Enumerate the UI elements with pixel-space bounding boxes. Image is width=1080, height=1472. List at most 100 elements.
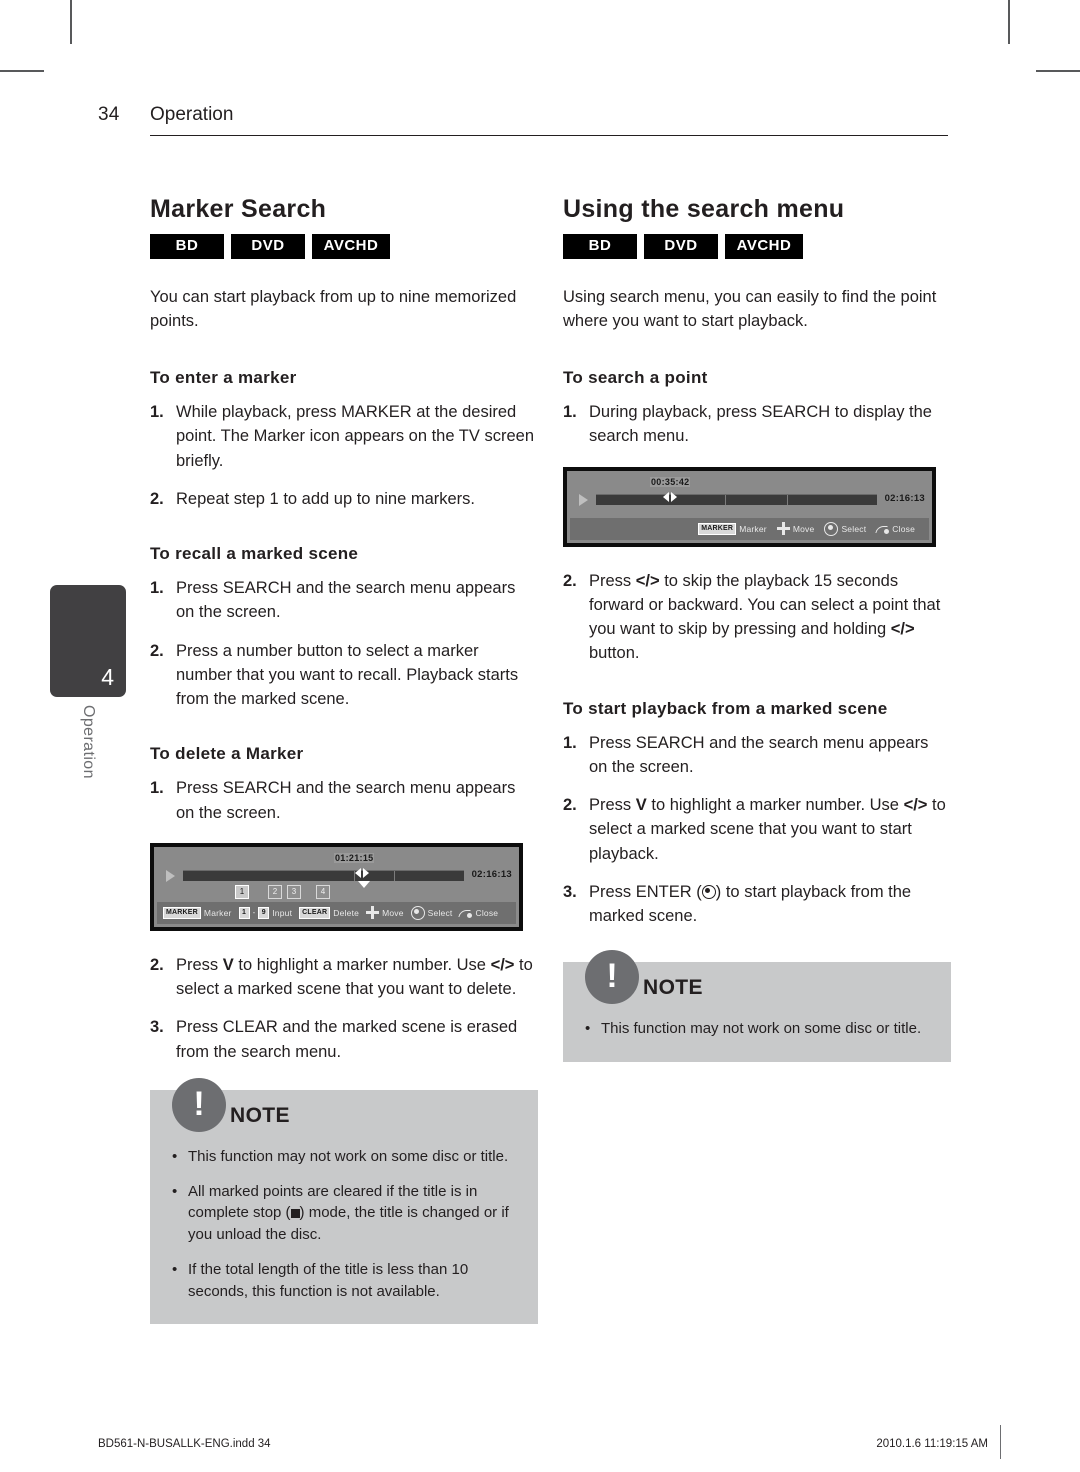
step-text: Press V to highlight a marker number. Us… bbox=[589, 796, 946, 863]
hint-input: 1 - 9 Input bbox=[238, 906, 293, 919]
down-caret-icon bbox=[358, 880, 370, 888]
list-item: 1. While playback, press MARKER at the d… bbox=[150, 400, 538, 473]
key-number-1: 1 bbox=[238, 906, 250, 919]
left-arrow-icon bbox=[355, 867, 361, 878]
osd-hint-bar: MARKER Marker Move Select Close bbox=[570, 517, 929, 540]
enter-icon bbox=[824, 521, 839, 536]
step-text: Press </> to skip the playback 15 second… bbox=[589, 571, 941, 663]
step-text: Press CLEAR and the marked scene is eras… bbox=[176, 1018, 518, 1061]
page-footer: BD561-N-BUSALLK-ENG.indd 34 2010.1.6 11:… bbox=[98, 1438, 988, 1450]
note-title: NOTE bbox=[230, 1103, 290, 1127]
step-number: 2. bbox=[150, 641, 164, 660]
intro-paragraph: You can start playback from up to nine m… bbox=[150, 287, 517, 330]
list-item: • All marked points are cleared if the t… bbox=[172, 1181, 516, 1246]
badge-bd: BD bbox=[563, 234, 637, 259]
osd-inner: 00:35:42 02:16:13 MARKER Marker Move Sel… bbox=[567, 470, 932, 543]
key-left-right: </> bbox=[635, 571, 660, 590]
step-number: 2. bbox=[563, 796, 577, 815]
key-marker: MARKER bbox=[698, 522, 737, 535]
osd-progress-area: 00:35:42 02:16:13 bbox=[570, 473, 929, 518]
hint-close: Close bbox=[876, 523, 915, 535]
step-number: 1. bbox=[150, 579, 164, 598]
note-text: All marked points are cleared if the tit… bbox=[188, 1182, 509, 1244]
crop-mark-top-right bbox=[1008, 0, 1010, 44]
left-arrow-icon bbox=[663, 491, 669, 502]
steps-enter-marker: 1. While playback, press MARKER at the d… bbox=[150, 400, 538, 511]
list-item: 1. During playback, press SEARCH to disp… bbox=[563, 400, 951, 449]
note-text: If the total length of the title is less… bbox=[188, 1260, 469, 1300]
list-item: 1. Press SEARCH and the search menu appe… bbox=[150, 576, 538, 625]
list-item: • This function may not work on some dis… bbox=[172, 1146, 516, 1168]
note-list: • This function may not work on some dis… bbox=[172, 1146, 516, 1303]
marker-chip: 2 bbox=[268, 884, 282, 899]
marker-chip: 1 bbox=[235, 884, 249, 899]
heading-to-delete-a-marker: To delete a Marker bbox=[150, 744, 304, 764]
list-item: 2. Press V to highlight a marker number.… bbox=[150, 953, 538, 1002]
list-item: 2. Press a number button to select a mar… bbox=[150, 639, 538, 712]
osd-hint-bar: MARKER Marker 1 - 9 Input CLEAR Delete M… bbox=[157, 901, 516, 924]
list-item: • If the total length of the title is le… bbox=[172, 1259, 516, 1303]
steps-recall-marked-scene: 1. Press SEARCH and the search menu appe… bbox=[150, 576, 538, 711]
note-list: • This function may not work on some dis… bbox=[585, 1018, 929, 1040]
chapter-tab: 4 bbox=[50, 585, 126, 697]
dpad-icon bbox=[366, 906, 380, 920]
hint-marker: MARKER Marker bbox=[698, 522, 767, 535]
marker-chip: 4 bbox=[316, 884, 330, 899]
step-number: 1. bbox=[563, 403, 577, 422]
hint-label: Select bbox=[427, 907, 453, 918]
steps-search-point-a: 1. During playback, press SEARCH to disp… bbox=[563, 400, 951, 449]
step-number: 1. bbox=[563, 733, 577, 752]
heading-to-enter-a-marker: To enter a marker bbox=[150, 368, 297, 388]
list-item: 1. Press SEARCH and the search menu appe… bbox=[150, 776, 538, 825]
hint-label: Marker bbox=[739, 523, 767, 534]
footer-timestamp: 2010.1.6 11:19:15 AM bbox=[876, 1438, 988, 1450]
page-number: 34 bbox=[98, 104, 120, 125]
heading-to-recall-a-marked-scene: To recall a marked scene bbox=[150, 544, 359, 564]
osd-progress-bar bbox=[183, 869, 464, 881]
enter-icon bbox=[701, 884, 716, 899]
note-text: This function may not work on some disc … bbox=[601, 1020, 922, 1038]
osd-cursor bbox=[663, 491, 677, 502]
hint-move: Move bbox=[776, 522, 815, 536]
hint-close: Close bbox=[459, 907, 498, 919]
hint-label: Input bbox=[272, 907, 293, 918]
osd-screenshot-marker-menu: 01:21:15 02:16:13 1 2 3 4 MARKER Marker … bbox=[150, 842, 523, 931]
list-item: 3. Press CLEAR and the marked scene is e… bbox=[150, 1015, 538, 1064]
hint-select: Select bbox=[410, 905, 453, 920]
osd-current-time: 00:35:42 bbox=[650, 476, 691, 487]
chapter-number: 4 bbox=[101, 664, 114, 690]
step-number: 2. bbox=[563, 571, 577, 590]
header-rule bbox=[150, 135, 948, 137]
bullet-icon: • bbox=[172, 1147, 178, 1165]
return-icon bbox=[876, 523, 890, 535]
step-number: 3. bbox=[150, 1018, 164, 1037]
step-text: Press ENTER () to start playback from th… bbox=[589, 882, 912, 926]
steps-delete-marker-b: 2. Press V to highlight a marker number.… bbox=[150, 953, 538, 1064]
section-heading-using-search-menu: Using the search menu bbox=[563, 195, 845, 223]
crop-mark-left-top bbox=[0, 70, 44, 72]
hint-move: Move bbox=[366, 906, 404, 920]
step-number: 2. bbox=[150, 489, 164, 508]
key-down: V bbox=[635, 796, 647, 815]
hint-label: Marker bbox=[203, 907, 232, 918]
marker-chip: 3 bbox=[287, 884, 301, 899]
crop-mark-right-top bbox=[1036, 70, 1080, 72]
list-item: 2. Repeat step 1 to add up to nine marke… bbox=[150, 487, 538, 511]
osd-total-time: 02:16:13 bbox=[884, 492, 925, 504]
hint-label: Select bbox=[841, 523, 867, 534]
steps-start-playback: 1. Press SEARCH and the search menu appe… bbox=[563, 731, 951, 929]
bullet-icon: • bbox=[172, 1260, 178, 1278]
key-number-9: 9 bbox=[258, 906, 270, 919]
osd-progress-bar bbox=[596, 493, 877, 505]
step-text: Press SEARCH and the search menu appears… bbox=[589, 733, 929, 776]
note-box-right: ! NOTE • This function may not work on s… bbox=[563, 950, 951, 1063]
exclamation-icon: ! bbox=[585, 950, 639, 1005]
chapter-tab-label: Operation bbox=[80, 705, 97, 779]
note-text: This function may not work on some disc … bbox=[188, 1147, 509, 1165]
step-number: 1. bbox=[150, 403, 164, 422]
osd-total-time: 02:16:13 bbox=[471, 868, 512, 880]
key-clear: CLEAR bbox=[299, 906, 331, 919]
osd-current-time: 01:21:15 bbox=[334, 852, 375, 863]
hint-marker: MARKER Marker bbox=[163, 906, 232, 919]
format-badges-left: BD DVD AVCHD bbox=[150, 234, 538, 259]
